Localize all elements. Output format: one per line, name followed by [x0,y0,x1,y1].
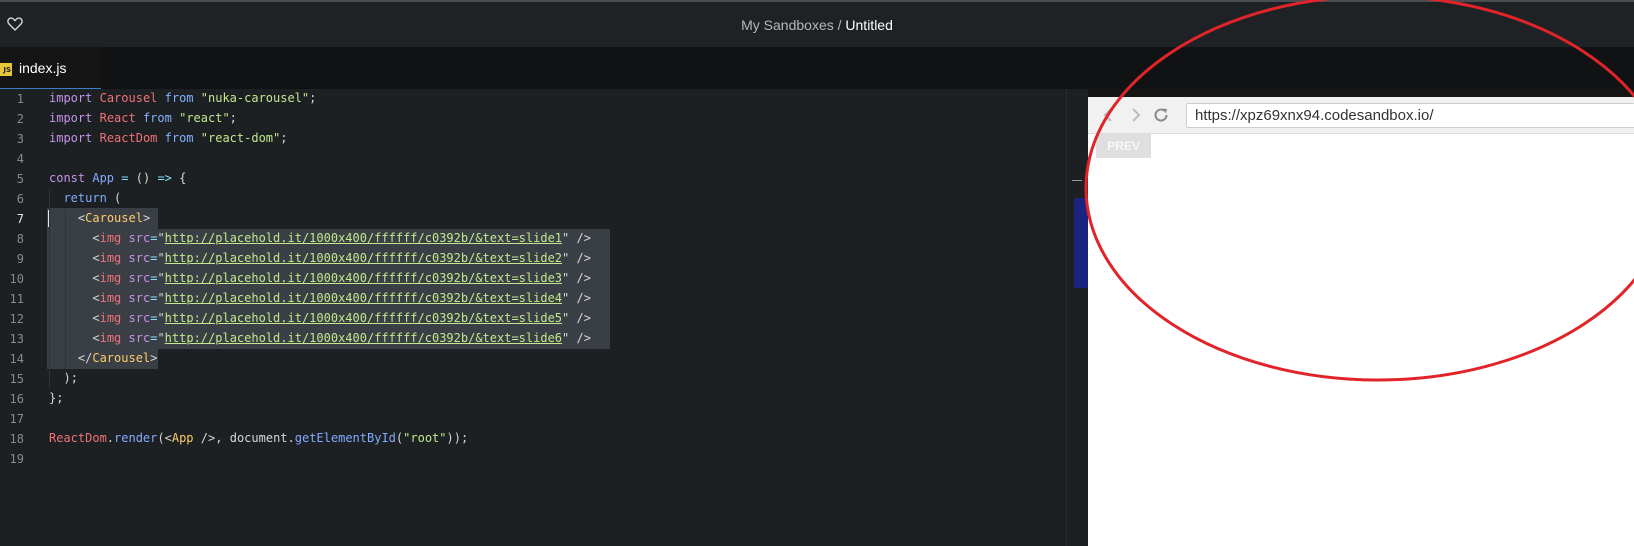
code-editor[interactable]: 1 2 3 4 5 6 7 8 9 10 11 12 13 14 15 16 1… [0,89,1066,546]
breadcrumb: My Sandboxes / Untitled [0,17,1634,33]
preview-browser: PREV [1088,97,1634,546]
code-line[interactable]: import ReactDom from "react-dom"; [49,128,287,149]
editor-scrollbar[interactable] [1066,89,1088,546]
code-line[interactable]: ); [49,368,77,389]
javascript-file-icon: JS [0,63,12,76]
scrollbar-selection-marker [1074,198,1088,288]
code-line[interactable]: ReactDom.render(<App />, document.getEle… [49,428,468,449]
breadcrumb-my-sandboxes[interactable]: My Sandboxes [741,17,834,33]
line-number: 15 [9,372,24,386]
editor-tab-bar: JS index.js [0,47,1634,89]
line-number: 9 [16,252,24,266]
code-line[interactable]: <img src="http://placehold.it/1000x400/f… [49,248,591,269]
sandbox-name[interactable]: Untitled [845,17,892,33]
scrollbar-marker [1072,180,1082,181]
code-line[interactable]: <img src="http://placehold.it/1000x400/f… [49,288,591,309]
line-number: 19 [9,452,24,466]
line-number: 10 [9,272,24,286]
address-bar-input[interactable] [1186,103,1634,128]
line-number: 8 [16,232,24,246]
code-line[interactable]: <img src="http://placehold.it/1000x400/f… [49,268,591,289]
line-number: 14 [9,352,24,366]
code-line[interactable]: import React from "react"; [49,108,237,129]
code-line[interactable]: const App = () => { [49,168,186,189]
carousel-prev-button[interactable]: PREV [1096,134,1151,158]
code-line[interactable]: return ( [49,188,121,209]
sandbox-header: My Sandboxes / Untitled [0,2,1634,47]
code-line[interactable]: }; [49,388,63,409]
line-number: 2 [16,112,24,126]
tab-label: index.js [19,60,67,76]
tab-index-js[interactable]: JS index.js [0,47,101,89]
line-number: 12 [9,312,24,326]
code-line[interactable]: <img src="http://placehold.it/1000x400/f… [49,328,591,349]
code-line[interactable]: <img src="http://placehold.it/1000x400/f… [49,308,591,329]
line-number-gutter: 1 2 3 4 5 6 7 8 9 10 11 12 13 14 15 16 1… [0,89,40,546]
code-line[interactable]: <img src="http://placehold.it/1000x400/f… [49,228,591,249]
code-line[interactable]: <Carousel> [49,208,150,229]
line-number: 1 [16,92,24,106]
breadcrumb-separator: / [833,17,846,33]
chevron-left-icon[interactable] [1100,106,1118,124]
refresh-icon[interactable] [1152,106,1170,124]
line-number: 11 [9,292,24,306]
line-number-active: 7 [16,212,24,226]
code-line[interactable]: import Carousel from "nuka-carousel"; [49,88,316,109]
line-number: 4 [16,152,24,166]
line-number: 17 [9,412,24,426]
code-line[interactable]: </Carousel> [49,348,157,369]
browser-toolbar [1088,97,1634,134]
line-number: 3 [16,132,24,146]
line-number: 18 [9,432,24,446]
line-number: 16 [9,392,24,406]
line-number: 13 [9,332,24,346]
line-number: 5 [16,172,24,186]
line-number: 6 [16,192,24,206]
chevron-right-icon[interactable] [1126,106,1144,124]
